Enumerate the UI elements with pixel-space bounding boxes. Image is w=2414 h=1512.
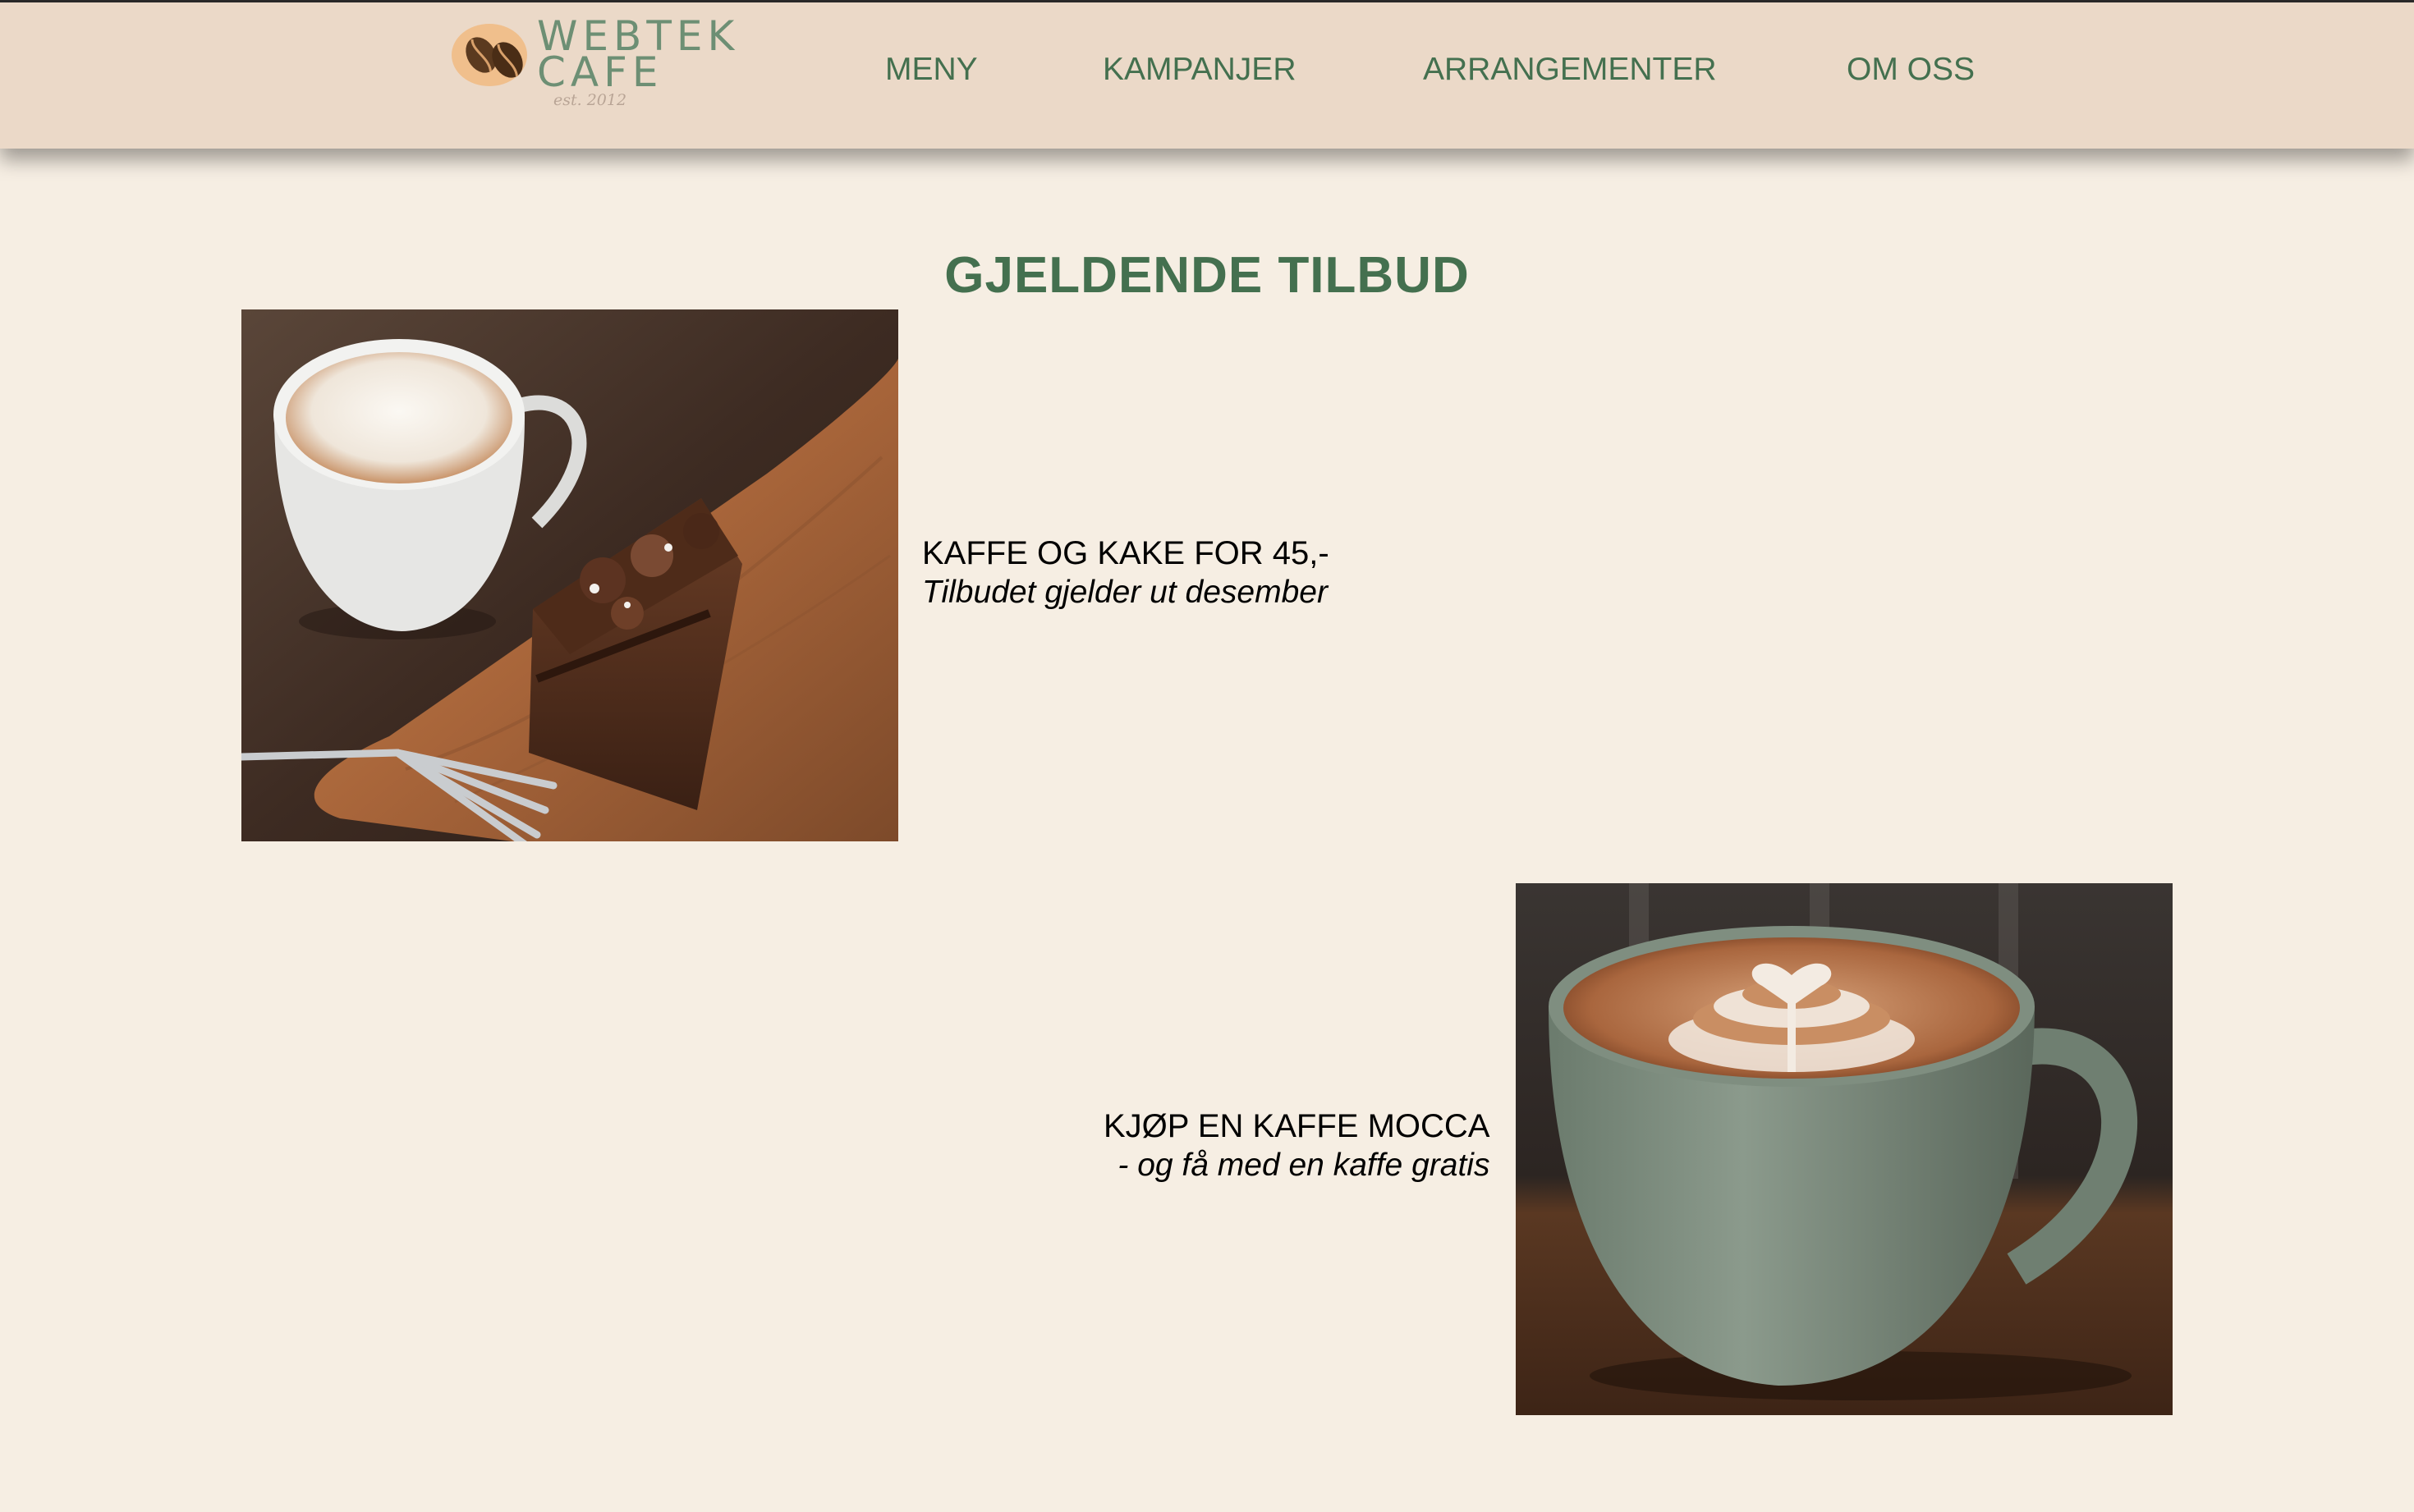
- offer-subtitle: - og få med en kaffe gratis: [1118, 1148, 1490, 1183]
- main-navigation: MENY KAMPANJER ARRANGEMENTER OM OSS: [0, 52, 2414, 101]
- offer-subtitle: Tilbudet gjelder ut desember: [922, 575, 1328, 610]
- nav-item-meny[interactable]: MENY: [885, 52, 978, 88]
- offer-image-latte: [1516, 883, 2173, 1415]
- offer-text-coffee-cake: KAFFE OG KAKE FOR 45,- Tilbudet gjelder …: [922, 534, 1329, 612]
- page: WEBTEK CAFE est. 2012 MENY KAMPANJER ARR…: [0, 0, 2414, 1512]
- offer-image-coffee-cake: [241, 309, 898, 841]
- nav-item-kampanjer[interactable]: KAMPANJER: [1103, 52, 1296, 88]
- page-title: GJELDENDE TILBUD: [944, 246, 1470, 304]
- offer-title: KJØP EN KAFFE MOCCA: [1104, 1108, 1490, 1144]
- offer-title: KAFFE OG KAKE FOR 45,-: [922, 535, 1329, 571]
- offer-text-mocca: KJØP EN KAFFE MOCCA - og få med en kaffe…: [1104, 1107, 1489, 1185]
- site-header: WEBTEK CAFE est. 2012 MENY KAMPANJER ARR…: [0, 2, 2414, 149]
- nav-item-om-oss[interactable]: OM OSS: [1847, 52, 1975, 88]
- nav-item-arrangementer[interactable]: ARRANGEMENTER: [1423, 52, 1717, 88]
